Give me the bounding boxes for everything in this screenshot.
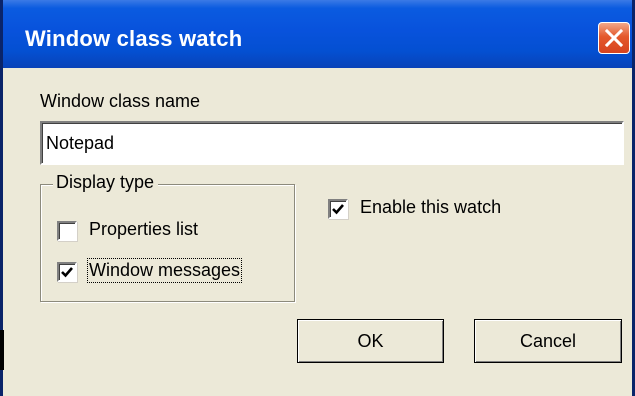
properties-list-label: Properties list [89,219,199,239]
ok-button[interactable]: OK [297,319,444,363]
window-title: Window class watch [25,26,243,51]
enable-watch-checkbox[interactable] [328,199,348,219]
cancel-button[interactable]: Cancel [474,319,622,363]
enable-watch-label: Enable this watch [360,197,502,217]
enable-watch-option[interactable]: Enable this watch [328,197,548,225]
window-messages-label: Window messages [86,258,243,283]
display-type-legend: Display type [53,172,159,193]
properties-list-checkbox[interactable] [57,221,77,241]
edge-marker [0,330,4,370]
close-icon [605,29,623,47]
window-messages-checkbox[interactable] [57,262,77,282]
class-name-input[interactable] [40,121,624,165]
dialog-window: Window class watch Window class name Dis… [0,0,635,396]
window-messages-option[interactable]: Window messages [57,258,277,288]
properties-list-option[interactable]: Properties list [57,219,237,247]
checkmark-icon [332,204,344,215]
class-name-label: Window class name [40,91,201,111]
close-button[interactable] [598,22,630,54]
checkmark-icon [61,267,73,278]
title-bar[interactable]: Window class watch [3,0,632,68]
